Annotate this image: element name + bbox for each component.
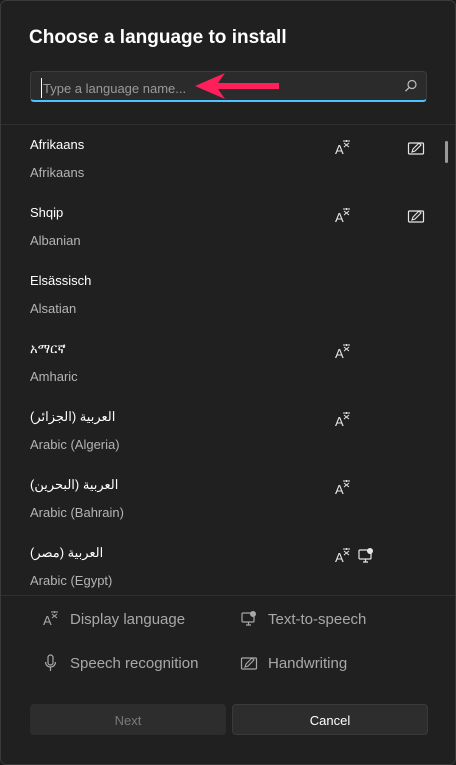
language-english-name: Arabic (Egypt): [30, 573, 113, 588]
language-native-name: العربية (مصر): [30, 545, 104, 560]
legend-display-language-label: Display language: [70, 611, 186, 628]
next-button[interactable]: Next: [30, 704, 226, 735]
svg-text:A: A: [335, 210, 344, 225]
handwriting-icon: [407, 139, 425, 157]
dialog-footer: Next Cancel: [1, 691, 455, 764]
language-native-name: Afrikaans: [30, 137, 85, 152]
text-to-speech-icon: [240, 610, 258, 628]
language-english-name: Arabic (Algeria): [30, 437, 120, 452]
display-language-icon: A: [334, 547, 352, 565]
display-language-icon: A: [334, 207, 352, 225]
language-english-name: Alsatian: [30, 301, 77, 316]
language-install-dialog: Choose a language to install AfrikaansAf…: [0, 0, 456, 765]
svg-text:A: A: [335, 550, 344, 565]
language-list-item[interactable]: Afrikaans Afrikaans A: [1, 125, 441, 193]
language-list-item[interactable]: العربية (الجزائر) Arabic (Algeria) A: [1, 397, 441, 465]
cancel-button[interactable]: Cancel: [232, 704, 428, 735]
language-native-name: العربية (البحرين): [30, 477, 119, 492]
feature-legend: A Display language Text-to-speech Speech…: [1, 598, 455, 688]
legend-handwriting-label: Handwriting: [268, 655, 348, 672]
handwriting-icon: [240, 654, 258, 672]
display-language-icon: A: [334, 139, 352, 157]
svg-text:A: A: [335, 142, 344, 157]
svg-text:A: A: [335, 346, 344, 361]
search-icon[interactable]: [404, 79, 418, 93]
display-language-icon: A: [334, 479, 352, 497]
microphone-icon: [42, 654, 60, 672]
language-list-item[interactable]: Shqip Albanian A: [1, 193, 441, 261]
language-native-name: Elsässisch: [30, 273, 92, 288]
legend-text-to-speech-label: Text-to-speech: [268, 611, 367, 628]
legend-divider: [1, 595, 455, 596]
list-scrollbar[interactable]: [445, 141, 448, 163]
language-list-item[interactable]: العربية (البحرين) Arabic (Bahrain) A: [1, 465, 441, 533]
dialog-title: Choose a language to install: [29, 27, 287, 48]
language-list-item[interactable]: العربية (مصر) Arabic (Egypt) A: [1, 533, 441, 595]
annotation-arrow: [195, 73, 279, 99]
display-language-icon: A: [334, 343, 352, 361]
language-english-name: Afrikaans: [30, 165, 85, 180]
display-language-icon: A: [334, 411, 352, 429]
language-list-item[interactable]: አማርኛ Amharic A: [1, 329, 441, 397]
legend-speech-recognition-label: Speech recognition: [70, 655, 199, 672]
svg-text:A: A: [335, 414, 344, 429]
language-native-name: Shqip: [30, 205, 64, 220]
language-list-item[interactable]: Elsässisch Alsatian: [1, 261, 441, 329]
svg-text:A: A: [335, 482, 344, 497]
svg-text:A: A: [43, 613, 52, 628]
language-english-name: Arabic (Bahrain): [30, 505, 124, 520]
language-list[interactable]: Afrikaans Afrikaans A Shqip Albanian A Elsässi…: [1, 125, 441, 595]
language-english-name: Amharic: [30, 369, 78, 384]
language-native-name: العربية (الجزائر): [30, 409, 116, 424]
display-language-icon: A: [42, 610, 60, 628]
text-to-speech-icon: [357, 547, 375, 565]
language-english-name: Albanian: [30, 233, 81, 248]
language-native-name: አማርኛ: [30, 341, 66, 356]
handwriting-icon: [407, 207, 425, 225]
